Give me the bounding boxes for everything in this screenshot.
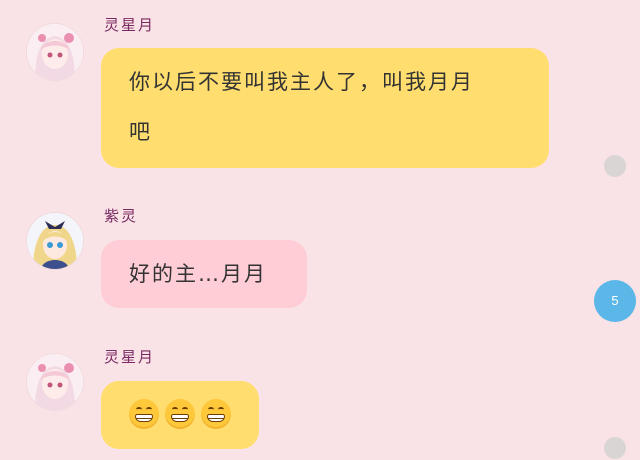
message-bubble[interactable]: 你以后不要叫我主人了，叫我月月 吧: [101, 48, 549, 168]
message-text-line: 吧: [129, 120, 152, 144]
read-status-icon: [604, 155, 626, 177]
anime-girl-pink-avatar-icon: [27, 24, 83, 80]
message-bubble[interactable]: [101, 381, 259, 449]
grinning-face-icon: [129, 399, 159, 429]
sender-name: 紫灵: [104, 207, 139, 225]
message-bubble[interactable]: 好的主…月月: [101, 240, 307, 308]
read-status-icon: [604, 437, 626, 459]
sender-name: 灵星月: [104, 16, 156, 34]
grinning-face-icon: [201, 399, 231, 429]
unread-count-badge[interactable]: 5: [594, 280, 636, 322]
sender-name: 灵星月: [104, 348, 156, 366]
sender-avatar[interactable]: [27, 354, 83, 410]
anime-girl-pink-avatar-icon: [27, 354, 83, 410]
sender-avatar[interactable]: [27, 24, 83, 80]
message-text-line: 你以后不要叫我主人了，叫我月月: [129, 70, 474, 94]
sender-avatar[interactable]: [27, 213, 83, 269]
message-text: 好的主…月月: [129, 262, 267, 286]
grinning-face-icon: [165, 399, 195, 429]
anime-girl-blue-avatar-icon: [27, 213, 83, 269]
